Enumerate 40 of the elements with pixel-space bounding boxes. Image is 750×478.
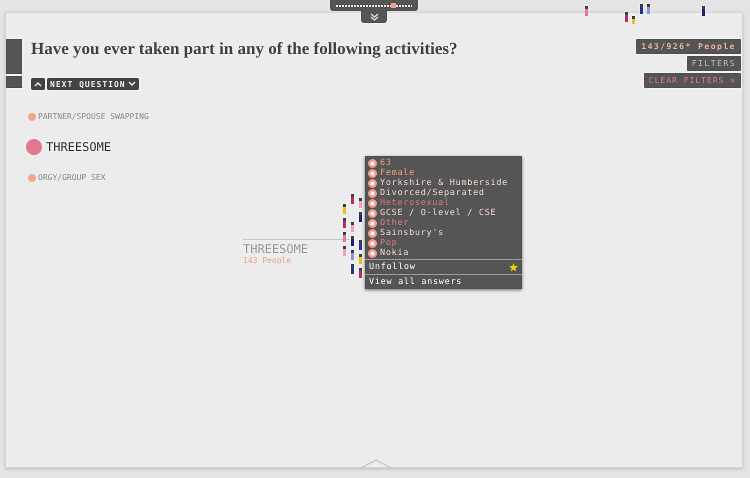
- chevron-down-icon: [128, 81, 136, 87]
- attribute-icon: [368, 198, 377, 208]
- attribute-icon: [368, 238, 377, 248]
- question-progress-bar[interactable]: [330, 0, 418, 11]
- answer-option[interactable]: PARTNER/SPOUSE SWAPPING: [28, 112, 149, 121]
- attribute-icon: [368, 158, 377, 168]
- answer-option[interactable]: THREESOME: [26, 139, 112, 155]
- attribute-icon: [368, 178, 377, 188]
- clear-filters-button[interactable]: CLEAR FILTERS ×: [644, 73, 741, 88]
- attribute-icon: [368, 168, 377, 178]
- profile-attribute: Nokia: [380, 248, 410, 258]
- filters-button[interactable]: FILTERS: [686, 56, 741, 71]
- view-all-answers-button[interactable]: View all answers: [365, 274, 522, 289]
- profile-attribute: Yorkshire & Humberside: [380, 178, 508, 188]
- star-icon: [509, 262, 518, 272]
- attribute-icon: [368, 218, 377, 228]
- previous-question-button[interactable]: [31, 78, 45, 90]
- question-title: Have you ever taken part in any of the following activities?: [31, 39, 459, 60]
- profile-attribute: Sainsbury's: [380, 228, 444, 238]
- chevron-up-icon: [34, 81, 42, 87]
- profile-attribute: Heterosexual: [380, 198, 450, 208]
- profile-attribute: GCSE / O-level / CSE: [380, 208, 496, 218]
- attribute-icon: [368, 228, 377, 238]
- answer-option[interactable]: ORGY/GROUP SEX: [28, 173, 106, 182]
- profile-attribute: Female: [380, 168, 415, 178]
- people-count-button[interactable]: 143/926* People: [636, 39, 741, 54]
- attribute-icon: [368, 248, 377, 258]
- notch-icon: [361, 459, 391, 469]
- expand-button[interactable]: [361, 11, 387, 23]
- next-question-button[interactable]: NEXT QUESTION: [47, 78, 139, 90]
- profile-attribute: Divorced/Separated: [380, 188, 485, 198]
- profile-attribute: 63: [380, 158, 392, 168]
- unfollow-button[interactable]: Unfollow: [365, 259, 522, 274]
- attribute-icon: [368, 188, 377, 198]
- group-count: 143 People: [243, 256, 292, 265]
- profile-attribute: Other: [380, 218, 410, 228]
- attribute-icon: [368, 208, 377, 218]
- group-label: THREESOME: [243, 242, 310, 256]
- double-chevron-icon: [370, 13, 378, 21]
- profile-attribute: Pop: [380, 238, 398, 248]
